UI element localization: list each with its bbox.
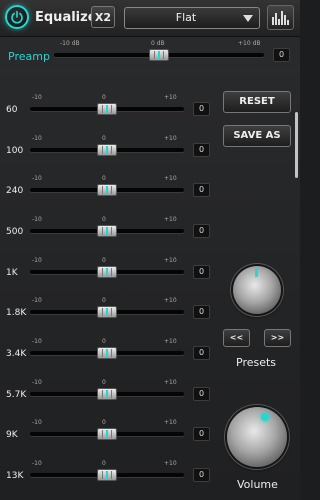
preset-dropdown[interactable]: Flat — [124, 7, 260, 29]
band-tick-max: +10 — [164, 257, 177, 264]
band-row-5-7k: 5.7K -10 0 +10 0 — [0, 379, 220, 413]
band-row-240: 240 -10 0 +10 0 — [0, 175, 220, 209]
volume-label: Volume — [237, 478, 278, 491]
band-freq-label: 1K — [6, 268, 18, 278]
band-tick-max: +10 — [164, 216, 177, 223]
band-tick-zero: 0 — [102, 379, 106, 386]
band-tick-min: -10 — [32, 257, 42, 264]
chevron-down-icon — [243, 15, 253, 22]
band-value: 0 — [193, 102, 210, 116]
band-tick-min: -10 — [32, 175, 42, 182]
band-value: 0 — [193, 427, 210, 441]
band-slider-thumb[interactable] — [97, 266, 117, 278]
header-bar: Equalizer X2 Flat — [0, 0, 300, 37]
band-tick-max: +10 — [164, 175, 177, 182]
band-tick-zero: 0 — [102, 419, 106, 426]
reset-button[interactable]: RESET — [223, 91, 291, 113]
next-preset-button[interactable]: >> — [264, 329, 291, 347]
equalizer-app: Equalizer X2 Flat Preamp -10 dB 0 dB +10… — [0, 0, 300, 500]
band-slider-thumb[interactable] — [97, 306, 117, 318]
band-tick-zero: 0 — [102, 460, 106, 467]
spectrum-bars-icon — [272, 11, 289, 25]
band-tick-max: +10 — [164, 338, 177, 345]
volume-knob[interactable] — [227, 407, 287, 467]
presets-knob[interactable] — [233, 266, 281, 314]
band-slider-thumb[interactable] — [97, 225, 117, 237]
band-tick-min: -10 — [32, 338, 42, 345]
band-tick-zero: 0 — [102, 216, 106, 223]
presets-label: Presets — [236, 356, 277, 369]
band-value: 0 — [193, 143, 210, 157]
preamp-slider-thumb[interactable] — [149, 49, 169, 61]
band-row-9k: 9K -10 0 +10 0 — [0, 419, 220, 453]
band-tick-min: -10 — [32, 419, 42, 426]
power-button[interactable] — [5, 5, 29, 29]
band-tick-min: -10 — [32, 216, 42, 223]
band-row-3-4k: 3.4K -10 0 +10 0 — [0, 338, 220, 372]
band-row-1k: 1K -10 0 +10 0 — [0, 257, 220, 291]
band-tick-zero: 0 — [102, 297, 106, 304]
band-row-500: 500 -10 0 +10 0 — [0, 216, 220, 250]
save-as-button[interactable]: SAVE AS — [223, 125, 291, 147]
band-freq-label: 9K — [6, 430, 18, 440]
knob-indicator — [261, 413, 269, 421]
band-tick-zero: 0 — [102, 257, 106, 264]
preamp-value: 0 — [273, 48, 290, 62]
knob-indicator — [255, 268, 258, 277]
band-tick-zero: 0 — [102, 338, 106, 345]
band-freq-label: 100 — [6, 146, 24, 156]
preamp-tick-max: +10 dB — [238, 40, 261, 47]
band-value: 0 — [193, 265, 210, 279]
band-tick-zero: 0 — [102, 94, 106, 101]
preamp-tick-min: -10 dB — [60, 40, 80, 47]
band-tick-min: -10 — [32, 297, 42, 304]
band-row-13k: 13K -10 0 +10 0 — [0, 460, 220, 494]
preamp-label: Preamp — [8, 50, 50, 63]
band-tick-max: +10 — [164, 94, 177, 101]
band-tick-max: +10 — [164, 379, 177, 386]
band-value: 0 — [193, 387, 210, 401]
band-freq-label: 60 — [6, 105, 18, 115]
band-tick-zero: 0 — [102, 175, 106, 182]
band-slider-thumb[interactable] — [97, 103, 117, 115]
band-freq-label: 13K — [6, 471, 24, 481]
band-tick-min: -10 — [32, 460, 42, 467]
bass-boost-x2-button[interactable]: X2 — [91, 6, 115, 28]
previous-preset-button[interactable]: << — [223, 329, 250, 347]
band-tick-min: -10 — [32, 135, 42, 142]
band-slider-thumb[interactable] — [97, 469, 117, 481]
band-tick-zero: 0 — [102, 135, 106, 142]
band-slider-thumb[interactable] — [97, 428, 117, 440]
band-freq-label: 5.7K — [6, 390, 27, 400]
band-tick-max: +10 — [164, 135, 177, 142]
band-freq-label: 1.8K — [6, 308, 27, 318]
band-slider-thumb[interactable] — [97, 347, 117, 359]
band-slider-thumb[interactable] — [97, 144, 117, 156]
band-value: 0 — [193, 305, 210, 319]
power-icon — [11, 10, 23, 24]
band-freq-label: 500 — [6, 227, 24, 237]
band-freq-label: 3.4K — [6, 349, 27, 359]
band-tick-max: +10 — [164, 419, 177, 426]
band-value: 0 — [193, 346, 210, 360]
band-freq-label: 240 — [6, 186, 24, 196]
band-tick-min: -10 — [32, 94, 42, 101]
band-row-60: 60 -10 0 +10 0 — [0, 94, 220, 128]
scroll-indicator[interactable] — [295, 112, 298, 178]
band-tick-max: +10 — [164, 297, 177, 304]
band-tick-max: +10 — [164, 460, 177, 467]
band-row-100: 100 -10 0 +10 0 — [0, 135, 220, 169]
band-value: 0 — [193, 224, 210, 238]
spectrum-view-button[interactable] — [267, 5, 294, 30]
band-row-1-8k: 1.8K -10 0 +10 0 — [0, 297, 220, 331]
band-slider-thumb[interactable] — [97, 388, 117, 400]
band-slider-thumb[interactable] — [97, 184, 117, 196]
divider — [0, 70, 300, 71]
band-value: 0 — [193, 468, 210, 482]
preamp-tick-zero: 0 dB — [151, 40, 165, 47]
band-tick-min: -10 — [32, 379, 42, 386]
preset-selected-value: Flat — [175, 11, 197, 24]
band-value: 0 — [193, 183, 210, 197]
